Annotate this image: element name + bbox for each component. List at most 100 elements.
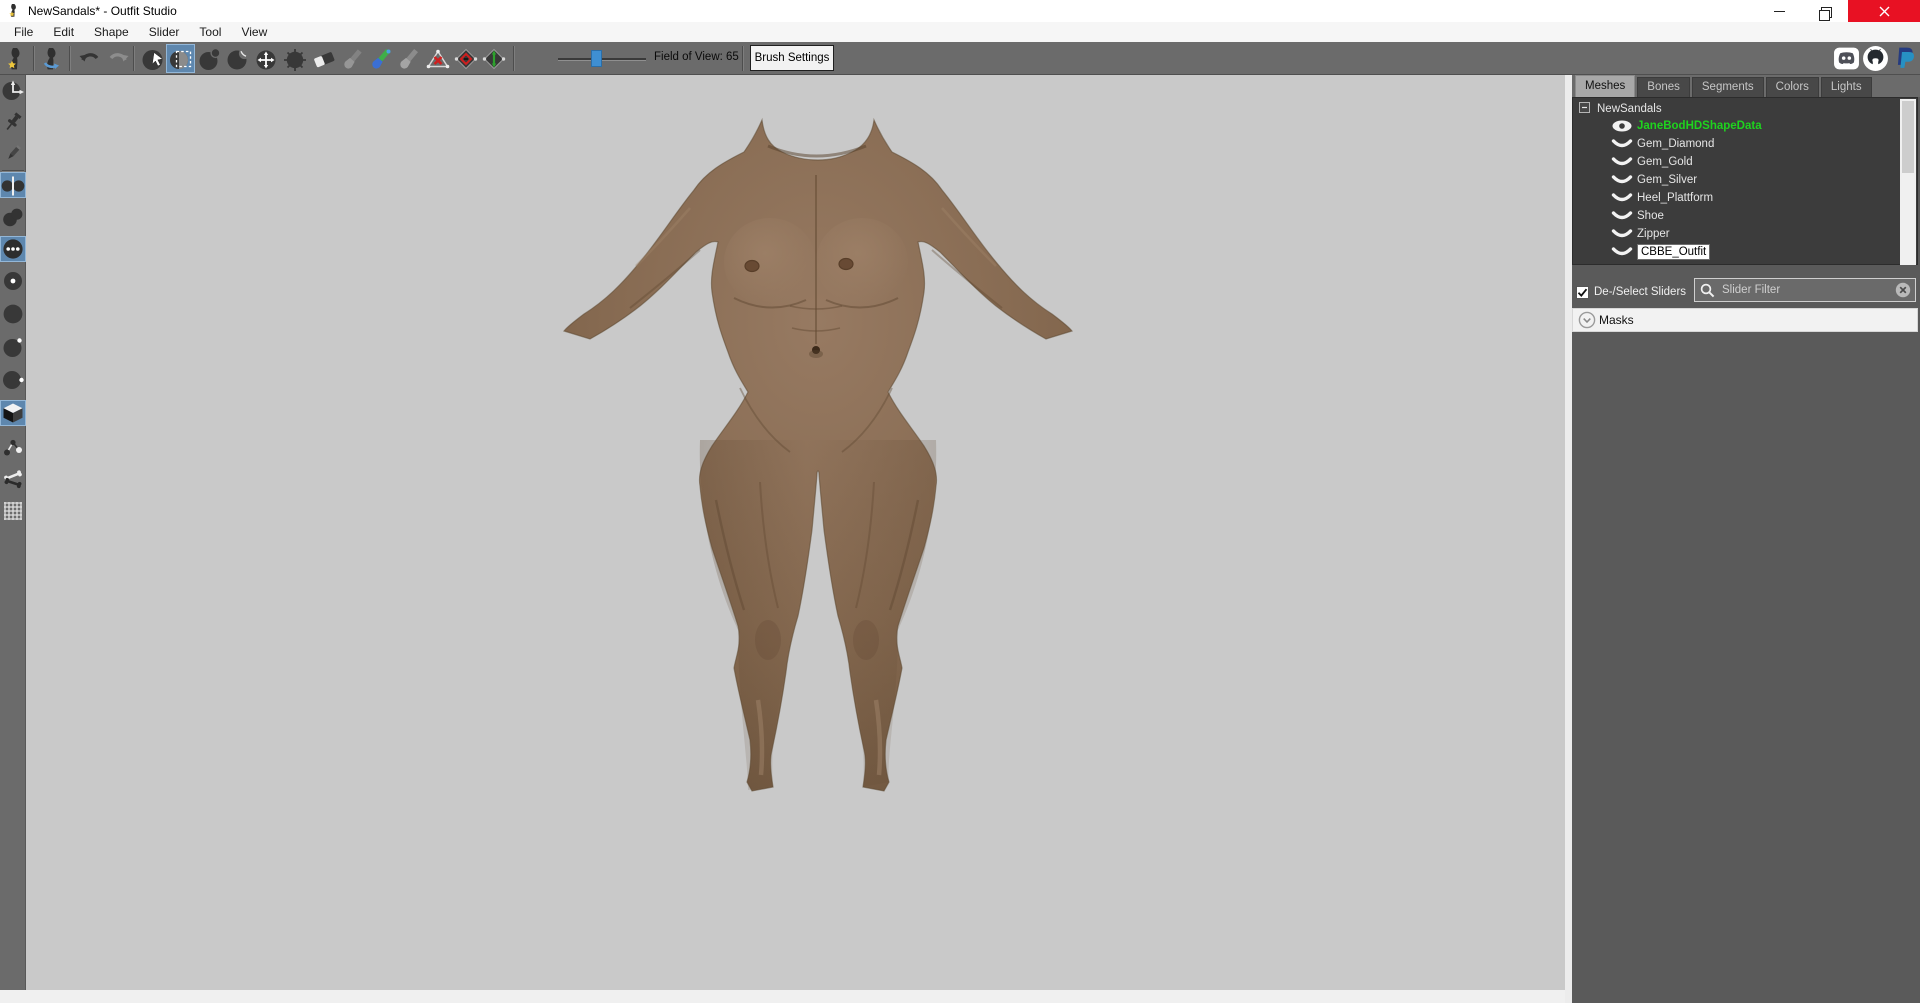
sphere-plain-button[interactable] — [1, 302, 25, 326]
eye-closed-icon — [1611, 174, 1633, 186]
color-brush-icon — [368, 46, 394, 72]
sphere-top-dot-button[interactable] — [1, 335, 25, 359]
grid-icon — [1, 499, 25, 523]
transform-tool-button[interactable] — [1, 78, 25, 102]
show-bones-toggle[interactable] — [1, 467, 25, 491]
tree-item-label: Shoe — [1637, 210, 1664, 222]
toolbar-separator — [33, 46, 35, 71]
panel-splitter[interactable] — [1565, 75, 1572, 1003]
tree-item-cbbe-outfit[interactable]: CBBE_Outfit — [1611, 243, 1710, 260]
deselect-sliders-checkbox[interactable] — [1576, 286, 1589, 299]
show-vertices-toggle[interactable] — [1, 237, 25, 261]
tree-scrollbar[interactable] — [1900, 99, 1916, 265]
chevron-down-icon — [1578, 311, 1596, 329]
menu-tool[interactable]: Tool — [189, 22, 231, 42]
tab-segments[interactable]: Segments — [1692, 77, 1764, 97]
slider-thumb[interactable] — [591, 50, 602, 67]
undiff-brush-button[interactable] — [310, 45, 337, 72]
x-mirror-toggle[interactable] — [1, 173, 25, 197]
tree-item-rename-input[interactable]: CBBE_Outfit — [1637, 244, 1710, 260]
weight-brush-icon — [340, 46, 366, 72]
minimize-icon — [1774, 11, 1785, 12]
menu-edit[interactable]: Edit — [43, 22, 84, 42]
show-grid-toggle[interactable] — [1, 499, 25, 523]
tree-item-gem-diamond[interactable]: Gem_Diamond — [1611, 135, 1714, 152]
toolbar-separator — [133, 46, 135, 71]
vertex-pen-button[interactable] — [1, 141, 25, 165]
tab-meshes[interactable]: Meshes — [1575, 75, 1635, 97]
sphere-right-dot-button[interactable] — [1, 368, 25, 392]
discord-link[interactable] — [1833, 45, 1860, 72]
collapse-vertex-button[interactable] — [424, 45, 451, 72]
mesh-tree: NewSandals JaneBodHDShapeData Gem_Diamon… — [1572, 97, 1918, 265]
select-tool-button[interactable] — [140, 45, 167, 72]
menu-slider[interactable]: Slider — [139, 22, 190, 42]
alpha-brush-button-disabled[interactable] — [395, 45, 422, 72]
toolbar-separator — [513, 46, 515, 71]
mask-brush-button[interactable] — [167, 45, 194, 72]
vertex-graph-icon — [1, 435, 25, 459]
close-button[interactable] — [1848, 0, 1920, 22]
field-of-view-label: Field of View: 65 — [654, 51, 739, 63]
restore-button[interactable] — [1802, 0, 1848, 22]
menu-shape[interactable]: Shape — [84, 22, 139, 42]
show-nodes-toggle[interactable] — [1, 435, 25, 459]
eye-closed-icon — [1611, 138, 1633, 150]
collapse-vertex-icon — [425, 46, 451, 72]
search-icon — [1700, 283, 1715, 298]
smooth-brush-button[interactable] — [281, 45, 308, 72]
pin-tool-button[interactable] — [1, 110, 25, 134]
tree-item-gem-silver[interactable]: Gem_Silver — [1611, 171, 1697, 188]
sphere-center-dot-button[interactable] — [1, 269, 25, 293]
masks-section-header[interactable]: Masks — [1572, 308, 1918, 332]
tree-root-label: NewSandals — [1597, 103, 1662, 115]
minimize-button[interactable] — [1756, 0, 1802, 22]
menu-view[interactable]: View — [231, 22, 277, 42]
tree-item-janebod[interactable]: JaneBodHDShapeData — [1611, 117, 1762, 134]
deflate-brush-button[interactable] — [224, 45, 251, 72]
tree-scrollbar-thumb[interactable] — [1902, 101, 1914, 173]
brush-settings-button[interactable]: Brush Settings — [750, 45, 834, 71]
transform-tool-icon — [1, 78, 25, 102]
menu-file[interactable]: File — [4, 22, 43, 42]
alpha-brush-icon — [396, 46, 422, 72]
eye-closed-icon — [1611, 228, 1633, 240]
split-edge-button[interactable] — [480, 45, 507, 72]
eye-closed-icon — [1611, 210, 1633, 222]
field-of-view-slider[interactable] — [558, 45, 646, 72]
cube-icon — [1, 401, 25, 425]
tree-root[interactable]: NewSandals — [1597, 100, 1662, 117]
undo-button[interactable] — [76, 45, 103, 72]
connected-circles-icon — [1, 205, 25, 229]
load-project-button[interactable] — [3, 45, 30, 72]
tab-bones[interactable]: Bones — [1637, 77, 1690, 97]
clear-filter-icon[interactable] — [1895, 282, 1911, 298]
weight-brush-button-disabled[interactable] — [339, 45, 366, 72]
tree-item-gem-gold[interactable]: Gem_Gold — [1611, 153, 1693, 170]
tree-item-shoe[interactable]: Shoe — [1611, 207, 1664, 224]
flip-edge-button[interactable] — [452, 45, 479, 72]
redo-button[interactable] — [104, 45, 131, 72]
tree-item-label: Gem_Diamond — [1637, 138, 1714, 150]
tree-item-zipper[interactable]: Zipper — [1611, 225, 1670, 242]
tab-lights[interactable]: Lights — [1821, 77, 1872, 97]
github-link[interactable] — [1862, 45, 1889, 72]
move-brush-button[interactable] — [252, 45, 279, 72]
sphere-center-dot-icon — [1, 269, 25, 293]
sphere-plain-icon — [1, 302, 25, 326]
deflate-brush-icon — [225, 46, 251, 72]
color-brush-button[interactable] — [367, 45, 394, 72]
tree-item-heel-plattform[interactable]: Heel_Plattform — [1611, 189, 1713, 206]
slider-filter-input[interactable] — [1720, 283, 1895, 297]
tab-colors[interactable]: Colors — [1766, 77, 1819, 97]
window-title: NewSandals* - Outfit Studio — [28, 4, 177, 18]
app-icon — [7, 3, 22, 18]
paypal-link[interactable] — [1892, 45, 1919, 72]
tree-collapse-icon[interactable] — [1579, 102, 1590, 113]
viewport-3d[interactable] — [26, 75, 1565, 990]
body-star-icon — [4, 46, 30, 72]
perspective-toggle[interactable] — [1, 401, 25, 425]
load-reference-button[interactable] — [39, 45, 66, 72]
inflate-brush-button[interactable] — [196, 45, 223, 72]
connected-only-toggle[interactable] — [1, 205, 25, 229]
